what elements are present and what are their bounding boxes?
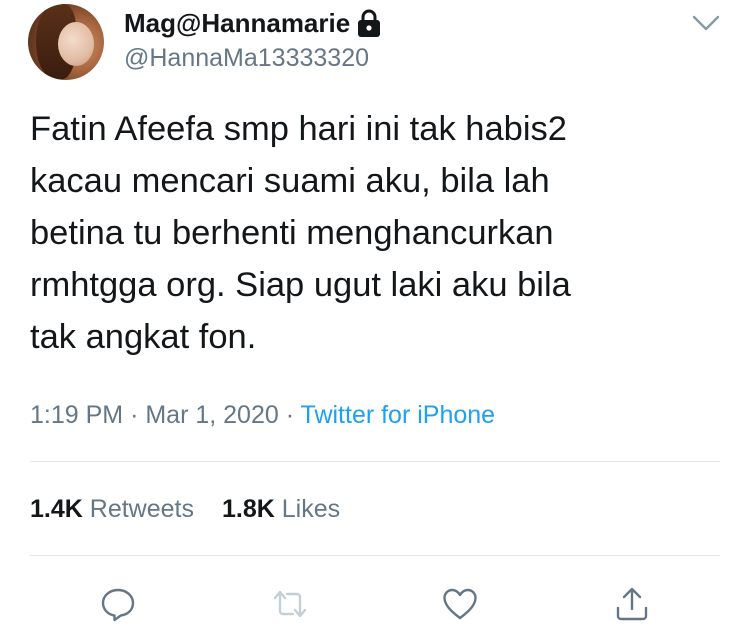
likes-stat[interactable]: 1.8K Likes: [222, 495, 340, 523]
user-handle[interactable]: @HannaMa13333320: [124, 42, 369, 74]
heart-icon: [443, 588, 477, 620]
retweet-button[interactable]: [268, 582, 312, 626]
tweet-meta: 1:19 PM · Mar 1, 2020 · Twitter for iPho…: [30, 398, 495, 432]
meta-separator: ·: [285, 401, 295, 429]
meta-separator: ·: [130, 401, 139, 429]
avatar-face: [58, 22, 94, 66]
likes-count: 1.8K: [221, 495, 275, 523]
tweet-stats: 1.4K Retweets 1.8K Likes: [30, 492, 340, 526]
like-button[interactable]: [438, 582, 482, 626]
lock-icon: [358, 9, 381, 37]
divider: [30, 555, 720, 556]
tweet-source-link[interactable]: Twitter for iPhone: [301, 401, 496, 429]
divider: [30, 461, 720, 462]
retweets-label: Retweets: [89, 495, 194, 523]
likes-label: Likes: [281, 495, 341, 523]
display-name[interactable]: Mag@Hannamarie: [124, 6, 382, 40]
tweet-text: Fatin Afeefa smp hari ini tak habis2 kac…: [30, 110, 571, 356]
retweet-icon: [273, 590, 307, 618]
action-bar: [0, 582, 750, 626]
retweets-count: 1.4K: [30, 495, 83, 523]
reply-icon: [101, 588, 135, 622]
tweet-date[interactable]: Mar 1, 2020: [145, 401, 278, 429]
share-icon: [616, 587, 648, 621]
avatar[interactable]: [28, 4, 104, 80]
reply-button[interactable]: [96, 582, 140, 626]
chevron-down-icon[interactable]: [690, 10, 722, 34]
display-name-text: Mag@Hannamarie: [124, 8, 351, 38]
share-button[interactable]: [610, 582, 654, 626]
retweets-stat[interactable]: 1.4K Retweets: [30, 495, 194, 523]
tweet-time[interactable]: 1:19 PM: [30, 401, 123, 429]
